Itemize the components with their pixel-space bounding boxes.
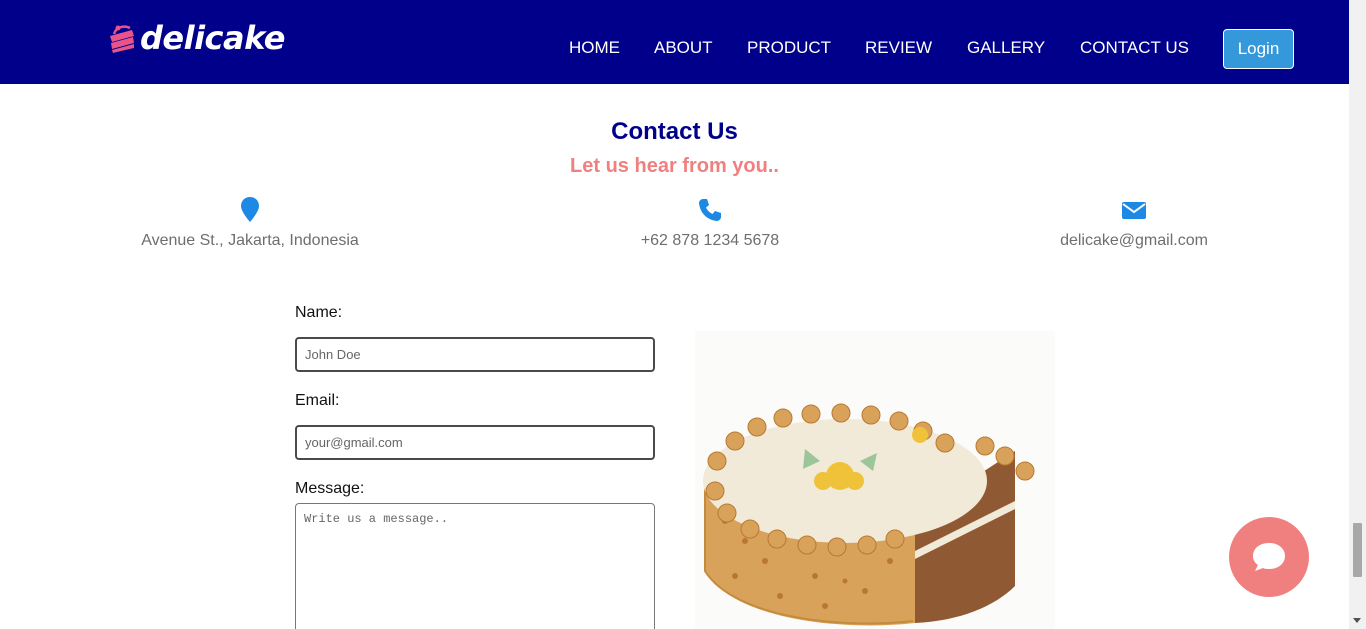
login-button[interactable]: Login xyxy=(1223,29,1294,69)
email-text: delicake@gmail.com xyxy=(1060,232,1208,249)
email-label: Email: xyxy=(295,392,340,409)
chat-button[interactable] xyxy=(1229,517,1309,597)
page-scrollbar[interactable] xyxy=(1349,0,1366,629)
nav-item-home[interactable]: HOME xyxy=(569,38,620,58)
name-label: Name: xyxy=(295,304,343,321)
nav-item-about[interactable]: ABOUT xyxy=(654,38,713,58)
cake-image xyxy=(695,331,1055,629)
message-label: Message: xyxy=(295,480,365,497)
message-textarea[interactable] xyxy=(295,503,655,629)
contact-email: delicake@gmail.com xyxy=(984,196,1284,250)
navbar: delicake HOME ABOUT PRODUCT REVIEW GALLE… xyxy=(0,0,1349,84)
nav-item-product[interactable]: PRODUCT xyxy=(747,38,831,58)
nav-item-gallery[interactable]: GALLERY xyxy=(967,38,1045,58)
chat-bubble-icon xyxy=(1253,543,1285,571)
map-pin-icon xyxy=(241,197,259,222)
nav-menu: HOME ABOUT PRODUCT REVIEW GALLERY CONTAC… xyxy=(0,38,1349,58)
nav-item-review[interactable]: REVIEW xyxy=(865,38,932,58)
scroll-down-arrow[interactable] xyxy=(1353,618,1361,623)
email-input[interactable] xyxy=(295,425,655,460)
name-input[interactable] xyxy=(295,337,655,372)
contact-title: Contact Us xyxy=(611,118,738,145)
contact-phone: +62 878 1234 5678 xyxy=(560,196,860,250)
envelope-icon xyxy=(1122,202,1146,219)
phone-icon xyxy=(699,199,721,221)
contact-subtitle: Let us hear from you.. xyxy=(570,155,779,177)
scrollbar-thumb[interactable] xyxy=(1353,523,1362,577)
nav-item-contact-us[interactable]: CONTACT US xyxy=(1080,38,1189,58)
phone-text: +62 878 1234 5678 xyxy=(640,232,780,249)
address-text: Avenue St., Jakarta, Indonesia xyxy=(141,232,359,249)
page: delicake HOME ABOUT PRODUCT REVIEW GALLE… xyxy=(0,0,1366,629)
contact-address: Avenue St., Jakarta, Indonesia xyxy=(100,196,400,250)
